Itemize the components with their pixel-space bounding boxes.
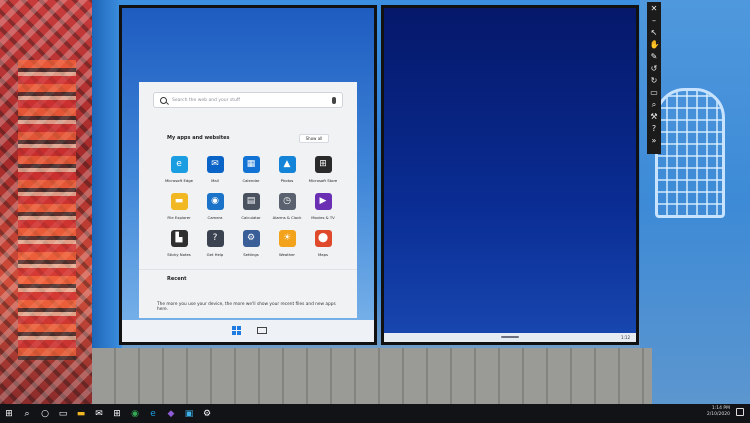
app-tile[interactable]: ▬ File Explorer — [160, 193, 198, 227]
file-explorer-icon[interactable]: ▬ — [72, 404, 90, 423]
app-label: Sticky Notes — [167, 252, 191, 257]
app-label: Maps — [318, 252, 328, 257]
app-label: Photos — [280, 178, 294, 183]
search-icon[interactable]: ⌕ — [18, 404, 36, 423]
app-label: Settings — [243, 252, 259, 257]
app-label: Weather — [279, 252, 295, 257]
app-tile[interactable]: ▶ Movies & TV — [304, 193, 342, 227]
app-label: Calculator — [241, 215, 261, 220]
tools-icon[interactable]: ⚒ — [650, 112, 659, 121]
sticky-notes-icon: ▙ — [170, 230, 188, 247]
help-icon[interactable]: ? — [650, 124, 659, 133]
help-icon: ? — [206, 230, 224, 247]
rotate-left-icon[interactable]: ↺ — [650, 64, 659, 73]
app-tile[interactable]: ▲ Photos — [268, 156, 306, 190]
wallpaper-window-grille — [655, 88, 725, 218]
app-tile[interactable]: e Microsoft Edge — [160, 156, 198, 190]
camera-icon: ◉ — [206, 193, 224, 210]
recent-title: Recent — [167, 276, 187, 282]
app-tile[interactable]: ▙ Sticky Notes — [160, 230, 198, 264]
show-all-button[interactable]: Show all — [299, 134, 329, 143]
edge-icon: e — [170, 156, 188, 173]
app-label: Camera — [207, 215, 223, 220]
wallpaper-rug-pattern — [18, 60, 76, 360]
app-tile[interactable]: ⚙ Settings — [232, 230, 270, 264]
search-placeholder: Search the web and your stuff — [172, 97, 240, 103]
rotate-right-icon[interactable]: ↻ — [650, 76, 659, 85]
app-label: Get Help — [206, 252, 224, 257]
windows-taskbar: ⊞ ⌕ ○ ▭ ▬ ✉ ⊞ ◉ e ◆ ▣ ⚙ 1:14 PM 2/10/2020 — [0, 404, 750, 423]
chrome-icon[interactable]: ◉ — [126, 404, 144, 423]
emulator-toolbar: ✕ – ↖ ✋ ✎ ↺ ↻ ▭ ⌕ ⚒? » — [647, 2, 661, 154]
visual-studio-icon[interactable]: ◆ — [162, 404, 180, 423]
close-icon[interactable]: ✕ — [650, 4, 659, 13]
zoom-icon[interactable]: ⌕ — [650, 100, 659, 109]
gear-icon: ⚙ — [242, 230, 260, 247]
cortana-icon[interactable]: ○ — [36, 404, 54, 423]
maps-icon: ⬤ — [314, 230, 332, 247]
pointer-icon[interactable]: ↖ — [650, 28, 659, 37]
store-icon: ⊞ — [314, 156, 332, 173]
mail-icon: ✉ — [206, 156, 224, 173]
mail-icon[interactable]: ✉ — [90, 404, 108, 423]
app-label: Microsoft Store — [308, 178, 338, 183]
wallpaper-ground — [92, 348, 652, 404]
recent-description: The more you use your device, the more w… — [157, 302, 336, 312]
search-icon — [160, 96, 167, 104]
app-tile[interactable]: ☀ Weather — [268, 230, 306, 264]
windows-start-icon[interactable] — [232, 326, 241, 335]
fit-screen-icon[interactable]: ▭ — [650, 88, 659, 97]
start-divider — [139, 269, 357, 270]
edge-icon[interactable]: e — [144, 404, 162, 423]
app-label: Movies & TV — [311, 215, 335, 220]
right-screen[interactable]: 1:12 — [381, 5, 639, 345]
pen-icon[interactable]: ✎ — [650, 52, 659, 61]
app-tile[interactable]: ▦ Calendar — [232, 156, 270, 190]
wallpaper-wall-left — [92, 0, 122, 404]
app-tile[interactable]: ⊞ Microsoft Store — [304, 156, 342, 190]
app-tile[interactable]: ✉ Mail — [196, 156, 234, 190]
taskbar-clock[interactable]: 1:14 PM 2/10/2020 — [707, 406, 730, 418]
emulator-icon[interactable]: ▣ — [180, 404, 198, 423]
calculator-icon: ▤ — [242, 193, 260, 210]
microphone-icon[interactable] — [332, 96, 336, 104]
movies-icon: ▶ — [314, 193, 332, 210]
clock-date: 2/10/2020 — [706, 412, 730, 417]
wallpaper-rug — [0, 0, 92, 404]
app-label: File Explorer — [167, 215, 191, 220]
photos-icon: ▲ — [278, 156, 296, 173]
folder-icon: ▬ — [170, 193, 188, 210]
apps-section-title: My apps and websites — [167, 135, 230, 141]
app-tile[interactable]: ◉ Camera — [196, 193, 234, 227]
left-screen[interactable]: Search the web and your stuff My apps an… — [119, 5, 377, 345]
app-tile[interactable]: ▤ Calculator — [232, 193, 270, 227]
gesture-handle[interactable] — [501, 336, 519, 338]
app-tile[interactable]: ◷ Alarms & Clock — [268, 193, 306, 227]
windows-start-icon[interactable]: ⊞ — [0, 404, 18, 423]
task-view-icon[interactable]: ▭ — [54, 404, 72, 423]
app-tile[interactable]: ? Get Help — [196, 230, 234, 264]
start-search-box[interactable]: Search the web and your stuff — [153, 92, 343, 108]
system-tray: 1:14 PM 2/10/2020 — [707, 406, 744, 418]
app-label: Mail — [211, 178, 219, 183]
app-label: Alarms & Clock — [272, 215, 302, 220]
hand-icon[interactable]: ✋ — [650, 40, 660, 49]
weather-icon: ☀ — [278, 230, 296, 247]
app-label: Microsoft Edge — [164, 178, 194, 183]
left-screen-taskbar — [122, 320, 374, 342]
notification-icon[interactable] — [736, 408, 744, 416]
calendar-icon: ▦ — [242, 156, 260, 173]
minimize-icon[interactable]: – — [650, 16, 659, 25]
clock-icon: ◷ — [278, 193, 296, 210]
right-screen-bar: 1:12 — [384, 333, 636, 342]
settings-icon[interactable]: ⚙ — [198, 404, 216, 423]
task-view-icon[interactable] — [257, 327, 267, 334]
right-screen-time: 1:12 — [621, 335, 630, 340]
app-tile[interactable]: ⬤ Maps — [304, 230, 342, 264]
app-label: Calendar — [242, 178, 260, 183]
store-icon[interactable]: ⊞ — [108, 404, 126, 423]
more-icon[interactable]: » — [650, 136, 659, 145]
